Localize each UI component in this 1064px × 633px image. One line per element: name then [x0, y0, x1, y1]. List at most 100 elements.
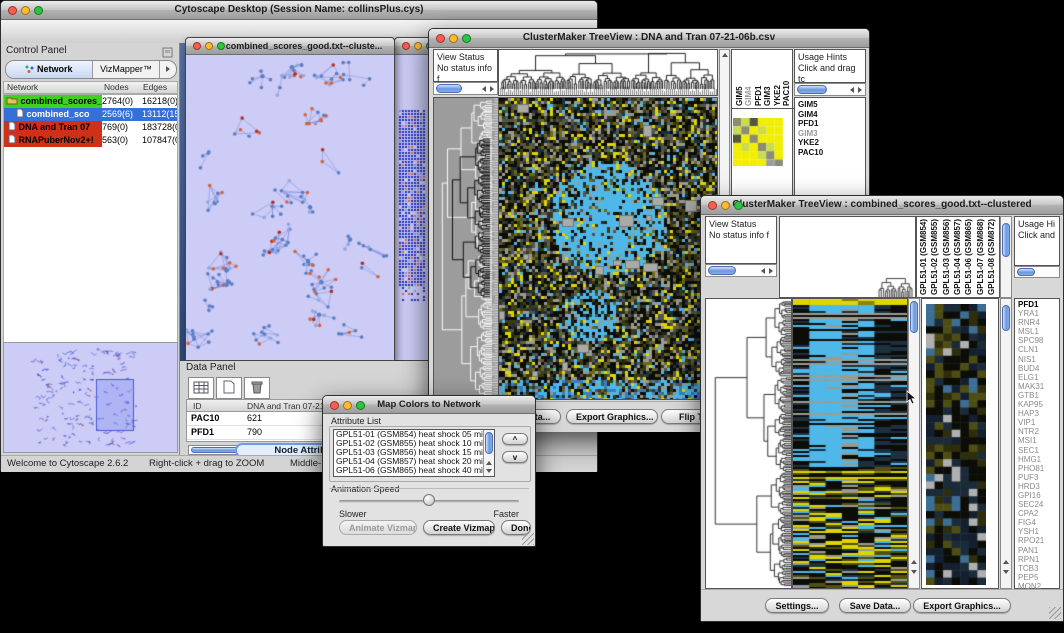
column-label[interactable]: GPL51-04 (GSM857)	[953, 219, 962, 295]
tab-network[interactable]: Network	[6, 61, 93, 78]
window-controls[interactable]	[402, 42, 429, 50]
close-button[interactable]	[708, 201, 717, 210]
column-label[interactable]: GPL51-08 (GSM872)	[987, 219, 996, 295]
attribute-item[interactable]: GPL51-03 (GSM856) heat shock 15 min	[334, 448, 494, 457]
gene-label[interactable]: CPA2	[1018, 509, 1059, 518]
gene-label[interactable]: PUF3	[1018, 473, 1059, 482]
matrix-network-canvas[interactable]	[397, 100, 427, 310]
gene-label[interactable]: RPO21	[1018, 536, 1059, 545]
attribute-down-button[interactable]: v	[502, 451, 528, 463]
table-icon[interactable]	[188, 377, 214, 399]
dna-column-labels[interactable]: GIM5GIM4PFD1GIM3YKE2PAC10	[732, 50, 794, 109]
gene-label[interactable]: NTR2	[1018, 427, 1059, 436]
gene-label[interactable]: BUD4	[1018, 364, 1059, 373]
gene-label[interactable]: TCB3	[1018, 564, 1059, 573]
save-data-button[interactable]: Save Data...	[839, 598, 911, 613]
gene-label[interactable]: ELG1	[1018, 373, 1059, 382]
gene-label[interactable]: CLN1	[1018, 345, 1059, 354]
dna-row-labels[interactable]: GIM5GIM4PFD1GIM3YKE2PAC10	[795, 98, 865, 158]
settings-button[interactable]: Settings...	[765, 598, 829, 613]
resize-grip[interactable]	[1049, 607, 1061, 619]
row-label[interactable]: PFD1	[798, 119, 865, 129]
network-overview-canvas[interactable]	[4, 343, 177, 452]
column-label[interactable]: GPL51-03 (GSM856)	[942, 219, 951, 295]
attribute-item[interactable]: GPL51-04 (GSM857) heat shock 20 min	[334, 457, 494, 466]
dialog-titlebar[interactable]: Map Colors to Network	[323, 396, 535, 414]
data-column-header[interactable]: ID	[193, 401, 202, 411]
zoom-button[interactable]	[217, 42, 225, 50]
attribute-item[interactable]: GPL51-06 (GSM865) heat shock 40 min	[334, 466, 494, 475]
gene-label[interactable]: FIG4	[1018, 518, 1059, 527]
combined-labels-vscrollbar[interactable]	[1000, 216, 1012, 298]
minimize-button[interactable]	[449, 34, 458, 43]
network-overview-panel[interactable]	[3, 342, 178, 453]
minimize-button[interactable]	[721, 201, 730, 210]
window-controls[interactable]	[708, 201, 743, 210]
dna-column-dendrogram[interactable]	[498, 49, 718, 96]
attribute-up-button[interactable]: ^	[502, 433, 528, 445]
combined-zoom-vscrollbar[interactable]	[1000, 298, 1012, 589]
column-label[interactable]: GPL51-07 (GSM868)	[976, 219, 985, 295]
export-graphics-button[interactable]: Export Graphics...	[913, 598, 1011, 613]
gene-label[interactable]: PHO81	[1018, 464, 1059, 473]
tab-vizmapper[interactable]: VizMapper™	[93, 61, 160, 78]
speed-slider-thumb[interactable]	[423, 494, 435, 506]
attribute-listbox[interactable]: GPL51-01 (GSM854) heat shock 05 minGPL51…	[333, 429, 495, 477]
column-label[interactable]: PFD1	[754, 52, 763, 106]
column-label[interactable]: GPL51-02 (GSM855)	[930, 219, 939, 295]
export-graphics-button[interactable]: Export Graphics...	[566, 409, 658, 424]
close-button[interactable]	[193, 42, 201, 50]
row-label[interactable]: GIM3	[798, 129, 865, 139]
column-label[interactable]: GPL51-01 (GSM854)	[919, 219, 928, 295]
column-label[interactable]: GPL51-06 (GSM865)	[964, 219, 973, 295]
combined-column-labels[interactable]: GPL51-01 (GSM854)GPL51-02 (GSM855)GPL51-…	[916, 216, 1000, 298]
row-label[interactable]: YKE2	[798, 138, 865, 148]
column-label[interactable]: YKE2	[773, 52, 782, 106]
close-button[interactable]	[402, 42, 410, 50]
create-vizmap-button[interactable]: Create Vizmap	[423, 520, 495, 535]
gene-label[interactable]: MSL1	[1018, 327, 1059, 336]
gene-label[interactable]: KAP95	[1018, 400, 1059, 409]
zoom-button[interactable]	[34, 6, 43, 15]
column-label[interactable]: GIM5	[735, 52, 744, 106]
network-row[interactable]: DNA and Tran 07769(0)183728(0)	[4, 121, 178, 134]
col-edges[interactable]: Edges	[143, 82, 167, 93]
col-network[interactable]: Network	[7, 82, 38, 93]
zoom-button[interactable]	[734, 201, 743, 210]
attribute-item[interactable]: GPL51-07 (GSM868) heat shock 60 min	[334, 475, 494, 477]
window-controls[interactable]	[193, 42, 225, 50]
window-controls[interactable]	[8, 6, 43, 15]
gene-label[interactable]: PEP5	[1018, 573, 1059, 582]
combined-gene-list[interactable]: PFD1YRA1RNR4MSL1SPC98CLN1NIS1BUD4ELG1MAK…	[1015, 299, 1059, 591]
gene-label[interactable]: SEC1	[1018, 446, 1059, 455]
gene-label[interactable]: SEC24	[1018, 500, 1059, 509]
close-button[interactable]	[436, 34, 445, 43]
zoom-button[interactable]	[462, 34, 471, 43]
animate-vizmap-button[interactable]: Animate Vizmap	[339, 520, 417, 535]
window-controls[interactable]	[436, 34, 471, 43]
combined-heatmap-vscrollbar[interactable]	[908, 298, 920, 589]
combined-hints-hscrollbar[interactable]	[1014, 266, 1060, 278]
combined-zoom-panel[interactable]	[921, 298, 999, 589]
main-titlebar[interactable]: Cytoscape Desktop (Session Name: collins…	[1, 1, 597, 20]
new-attribute-icon[interactable]	[216, 377, 242, 399]
dna-status-hscrollbar[interactable]	[433, 82, 498, 95]
network-canvas[interactable]	[186, 55, 392, 359]
column-label[interactable]: PAC10	[782, 52, 791, 106]
network-row[interactable]: combined_sco2569(6)13112(15)	[4, 108, 178, 121]
dna-row-dendrogram[interactable]	[433, 97, 499, 400]
gene-label[interactable]: GPI16	[1018, 491, 1059, 500]
combined-heatmap[interactable]	[792, 298, 908, 589]
attribute-list-vscrollbar[interactable]	[483, 430, 494, 476]
combined-titlebar[interactable]: ClusterMaker TreeView : combined_scores_…	[701, 196, 1063, 215]
gene-label[interactable]: PFD1	[1018, 300, 1059, 309]
combined-row-dendrogram[interactable]	[705, 298, 792, 589]
attribute-item[interactable]: GPL51-02 (GSM855) heat shock 10 min	[334, 439, 494, 448]
gene-label[interactable]: SPC98	[1018, 336, 1059, 345]
dna-similarity-matrix[interactable]	[733, 118, 783, 166]
dna-titlebar[interactable]: ClusterMaker TreeView : DNA and Tran 07-…	[429, 29, 869, 48]
minimize-button[interactable]	[343, 401, 352, 410]
row-label[interactable]: PAC10	[798, 148, 865, 158]
combined-status-hscrollbar[interactable]	[705, 264, 777, 277]
gene-label[interactable]: HRD3	[1018, 482, 1059, 491]
